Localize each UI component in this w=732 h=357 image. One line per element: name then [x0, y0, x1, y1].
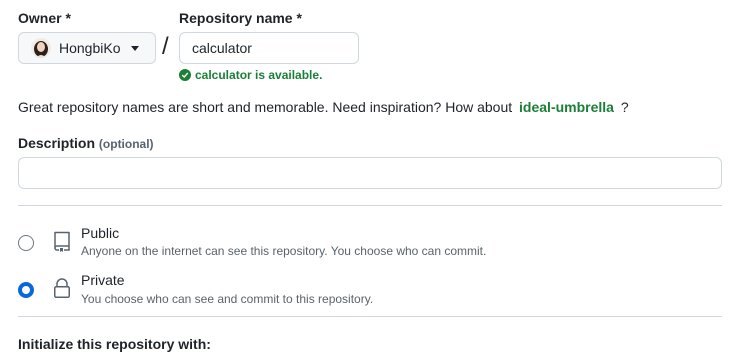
user-avatar-icon [31, 38, 51, 58]
divider [18, 205, 722, 206]
owner-name: HongbiKo [59, 40, 121, 56]
divider [18, 316, 722, 317]
suggested-name-link[interactable]: ideal-umbrella [519, 99, 614, 115]
lock-icon [50, 276, 74, 303]
description-label: Description [18, 135, 96, 151]
repo-icon [50, 229, 74, 256]
hint-text: Great repository names are short and mem… [18, 99, 513, 115]
repository-name-input[interactable] [179, 32, 359, 64]
repository-name-label: Repository name * [179, 10, 302, 26]
repository-name-hint: Great repository names are short and mem… [18, 99, 629, 115]
public-option-title: Public [81, 225, 120, 241]
hint-suffix: ? [620, 99, 629, 115]
owner-label: Owner * [18, 10, 71, 26]
private-radio[interactable] [18, 282, 34, 298]
owner-select[interactable]: HongbiKo [18, 32, 156, 64]
private-option-title: Private [81, 272, 125, 288]
description-input[interactable] [18, 157, 722, 189]
availability-text: calculator is available. [195, 68, 323, 82]
optional-tag: (optional) [98, 137, 154, 151]
chevron-down-icon [130, 45, 139, 51]
check-circle-icon [179, 69, 191, 81]
path-separator: / [162, 33, 169, 60]
public-option-description: Anyone on the internet can see this repo… [81, 244, 487, 258]
private-option-description: You choose who can see and commit to thi… [81, 292, 374, 306]
description-label-row: Description (optional) [18, 135, 154, 151]
initialize-heading: Initialize this repository with: [18, 336, 211, 352]
availability-status: calculator is available. [179, 68, 322, 82]
public-radio[interactable] [18, 235, 34, 251]
